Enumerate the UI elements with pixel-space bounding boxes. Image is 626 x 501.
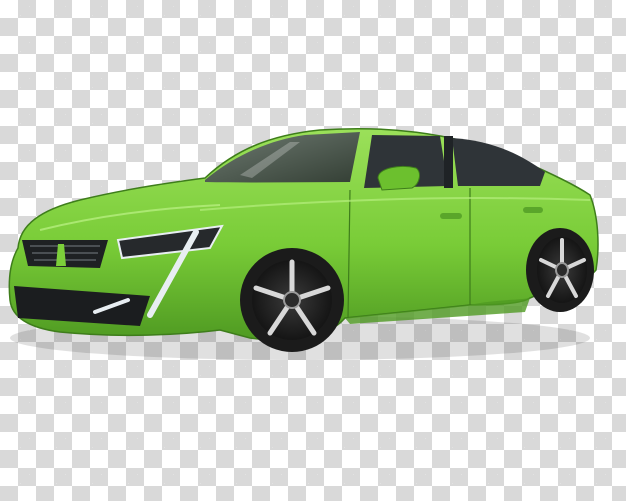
rear-door-handle bbox=[523, 207, 543, 213]
front-door-handle bbox=[440, 213, 462, 219]
car-icon bbox=[8, 127, 599, 360]
front-wheel bbox=[240, 248, 344, 352]
transparency-checkerboard-background bbox=[0, 0, 626, 501]
rear-side-window bbox=[452, 138, 545, 186]
b-pillar bbox=[444, 136, 453, 188]
side-mirror bbox=[377, 165, 420, 191]
rear-wheel bbox=[526, 228, 594, 312]
